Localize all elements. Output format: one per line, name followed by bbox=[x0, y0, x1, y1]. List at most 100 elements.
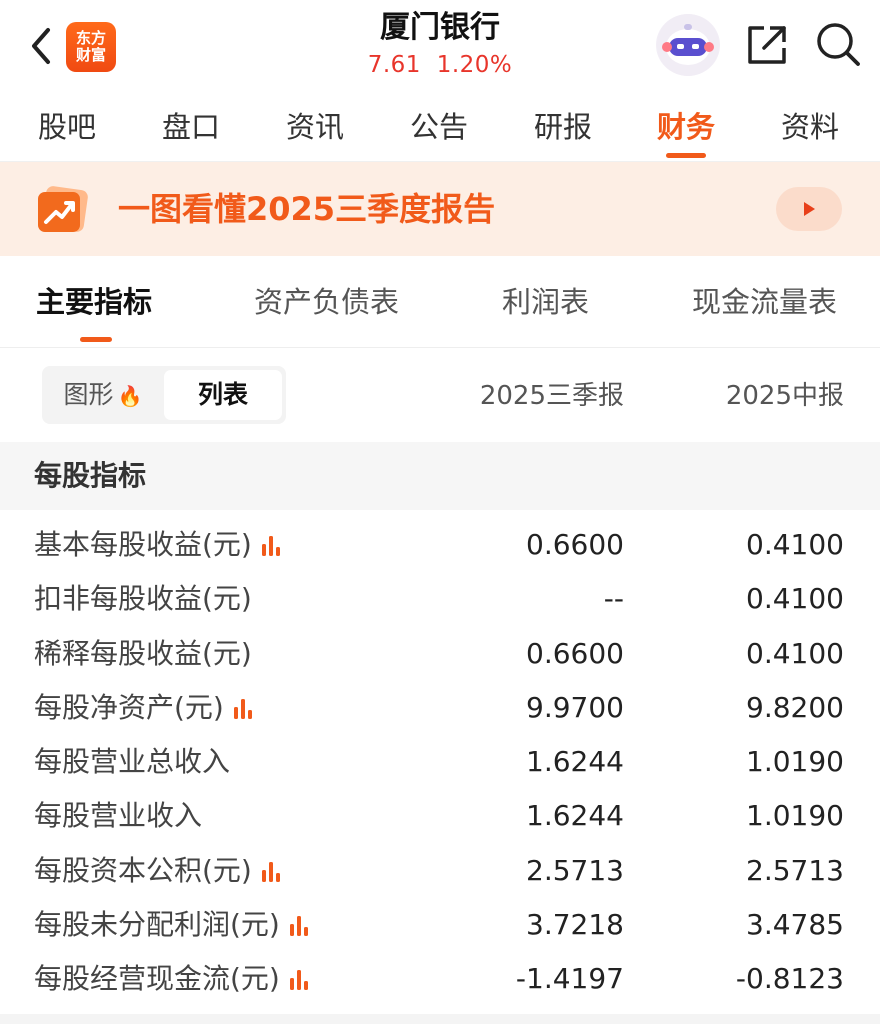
cell-value: 1.6244 bbox=[526, 799, 624, 833]
row-label: 基本每股收益(元) bbox=[34, 518, 282, 572]
table-row: 每股经营现金流(元) -1.4197 -0.8123 bbox=[0, 952, 880, 1006]
logo-text-top: 东方 bbox=[75, 29, 106, 47]
tab-yanbao[interactable]: 研报 bbox=[508, 92, 618, 162]
section-header: 每股指标 bbox=[0, 442, 880, 510]
stock-price: 7.61 bbox=[367, 52, 421, 78]
cell-value: 1.0190 bbox=[746, 745, 844, 779]
tab-main-indicators[interactable]: 主要指标 bbox=[36, 256, 152, 348]
indicator-table: 基本每股收益(元) 0.6600 0.4100 扣非每股收益(元) -- 0.4… bbox=[0, 518, 880, 1007]
cell-value: 9.8200 bbox=[746, 690, 844, 724]
table-row: 每股营业总收入 1.6244 1.0190 bbox=[0, 735, 880, 789]
cell-value: -- bbox=[603, 582, 624, 616]
bar-chart-icon[interactable] bbox=[288, 914, 310, 937]
tab-balance-sheet[interactable]: 资产负债表 bbox=[254, 256, 399, 348]
search-icon[interactable] bbox=[814, 20, 862, 68]
row-label-text: 每股经营现金流(元) bbox=[34, 962, 280, 996]
growth-chart-icon bbox=[38, 186, 88, 232]
header-bar: 东方 财富 厦门银行 7.61 1.20% bbox=[0, 0, 880, 92]
cell-value: 0.6600 bbox=[526, 636, 624, 670]
logo-text-bottom: 财富 bbox=[75, 46, 106, 64]
cell-value: 0.4100 bbox=[746, 528, 844, 561]
table-row: 稀释每股收益(元) 0.6600 0.4100 bbox=[0, 627, 880, 681]
cell-value: 2.5713 bbox=[746, 853, 844, 887]
row-label-text: 基本每股收益(元) bbox=[34, 528, 252, 561]
bar-chart-icon[interactable] bbox=[260, 534, 282, 556]
table-row: 扣非每股收益(元) -- 0.4100 bbox=[0, 572, 880, 626]
back-icon[interactable] bbox=[26, 24, 58, 68]
tab-label: 资产负债表 bbox=[254, 285, 400, 319]
row-label: 每股营业总收入 bbox=[34, 735, 230, 789]
tab-label: 利润表 bbox=[502, 285, 590, 319]
cell-value: 3.4785 bbox=[746, 908, 844, 942]
tab-cash-flow[interactable]: 现金流量表 bbox=[692, 256, 837, 348]
tab-label: 财务 bbox=[656, 110, 715, 144]
section-title: 每股指标 bbox=[34, 459, 147, 492]
row-label: 每股未分配利润(元) bbox=[34, 898, 310, 952]
tab-label: 主要指标 bbox=[36, 285, 153, 319]
flame-icon: 🔥 bbox=[117, 384, 143, 408]
cell-value: 3.7218 bbox=[526, 908, 624, 942]
cell-value: 9.9700 bbox=[526, 690, 624, 724]
row-label: 每股营业收入 bbox=[34, 789, 202, 843]
list-view-label: 列表 bbox=[197, 380, 248, 409]
cell-value: 2.5713 bbox=[526, 853, 624, 887]
tab-gonggao[interactable]: 公告 bbox=[384, 92, 494, 162]
tab-label: 现金流量表 bbox=[692, 285, 838, 319]
tab-label: 盘口 bbox=[161, 110, 220, 144]
view-toggle: 图形 🔥 列表 bbox=[42, 366, 286, 424]
row-label: 每股经营现金流(元) bbox=[34, 952, 310, 1006]
share-icon[interactable] bbox=[744, 22, 790, 68]
tab-label: 资料 bbox=[780, 110, 839, 144]
robot-assistant-icon[interactable] bbox=[656, 14, 720, 76]
app-logo: 东方 财富 bbox=[66, 22, 116, 72]
bottom-divider bbox=[0, 1014, 880, 1024]
cell-value: 0.4100 bbox=[746, 582, 844, 616]
table-row: 基本每股收益(元) 0.6600 0.4100 bbox=[0, 518, 880, 572]
list-view-button[interactable]: 列表 bbox=[164, 370, 282, 420]
banner-play-button[interactable] bbox=[776, 187, 842, 231]
tab-label: 研报 bbox=[533, 110, 592, 144]
active-tab-indicator bbox=[666, 153, 706, 158]
view-toggle-row: 图形 🔥 列表 2025三季报 2025中报 bbox=[0, 348, 880, 442]
cell-value: -1.4197 bbox=[515, 962, 624, 996]
cell-value: -0.8123 bbox=[735, 962, 844, 996]
stock-name: 厦门银行 bbox=[380, 10, 500, 45]
play-icon bbox=[804, 202, 815, 216]
chart-view-label: 图形 bbox=[63, 380, 114, 409]
row-label: 稀释每股收益(元) bbox=[34, 627, 252, 681]
stock-title: 厦门银行 7.61 1.20% bbox=[290, 8, 590, 82]
row-label-text: 每股营业总收入 bbox=[34, 745, 231, 779]
bar-chart-icon[interactable] bbox=[260, 860, 282, 882]
table-row: 每股资本公积(元) 2.5713 2.5713 bbox=[0, 844, 880, 898]
cell-value: 0.6600 bbox=[526, 528, 624, 561]
row-label: 每股净资产(元) bbox=[34, 681, 254, 735]
tab-pankou[interactable]: 盘口 bbox=[136, 92, 246, 162]
tab-zixun[interactable]: 资讯 bbox=[260, 92, 370, 162]
cell-value: 0.4100 bbox=[746, 636, 844, 670]
column-header[interactable]: 2025三季报 bbox=[480, 378, 624, 414]
report-banner[interactable]: 一图看懂2025三季度报告 bbox=[0, 162, 880, 256]
cell-value: 1.0190 bbox=[746, 799, 844, 833]
table-row: 每股净资产(元) 9.9700 9.8200 bbox=[0, 681, 880, 735]
row-label-text: 每股未分配利润(元) bbox=[34, 908, 280, 942]
tab-income-statement[interactable]: 利润表 bbox=[502, 256, 589, 348]
row-label-text: 每股资本公积(元) bbox=[34, 853, 252, 887]
row-label-text: 每股净资产(元) bbox=[34, 690, 224, 724]
table-row: 每股营业收入 1.6244 1.0190 bbox=[0, 789, 880, 843]
price-line: 7.61 1.20% bbox=[290, 48, 590, 82]
tab-label: 公告 bbox=[409, 110, 468, 144]
row-label-text: 每股营业收入 bbox=[34, 799, 203, 833]
tab-guba[interactable]: 股吧 bbox=[12, 92, 122, 162]
bar-chart-icon[interactable] bbox=[288, 968, 310, 991]
row-label-text: 扣非每股收益(元) bbox=[34, 582, 252, 616]
active-subtab-indicator bbox=[80, 337, 112, 342]
tab-caiwu[interactable]: 财务 bbox=[631, 92, 741, 162]
top-tab-bar: 股吧 盘口 资讯 公告 研报 财务 资料 bbox=[0, 92, 880, 162]
stock-change-percent: 1.20% bbox=[436, 52, 513, 78]
row-label-text: 稀释每股收益(元) bbox=[34, 636, 252, 670]
bar-chart-icon[interactable] bbox=[232, 697, 254, 719]
column-header[interactable]: 2025中报 bbox=[726, 378, 844, 414]
tab-ziliao[interactable]: 资料 bbox=[755, 92, 865, 162]
tab-label: 股吧 bbox=[37, 110, 96, 144]
chart-view-button[interactable]: 图形 🔥 bbox=[42, 366, 164, 424]
